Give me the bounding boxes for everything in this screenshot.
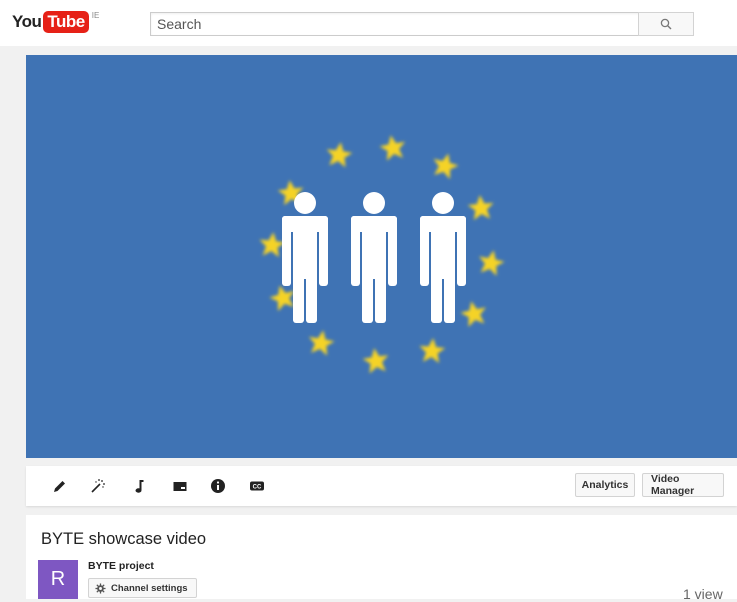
channel-settings-button[interactable]: Channel settings (88, 578, 197, 598)
magic-wand-icon (91, 479, 105, 493)
gear-icon (95, 582, 106, 594)
logo-region-code: IE (91, 11, 100, 20)
analytics-button[interactable]: Analytics (575, 473, 635, 497)
video-info-panel: BYTE showcase video R BYTE project Chann… (26, 515, 737, 602)
cc-icon: CC (250, 481, 264, 491)
music-note-icon (135, 480, 144, 493)
search-button[interactable] (638, 12, 694, 36)
view-count: 1 view (683, 586, 723, 602)
search-input[interactable] (150, 12, 644, 36)
svg-text:CC: CC (253, 485, 262, 491)
info-cards-button[interactable] (208, 476, 228, 496)
logo-tube-text: Tube (43, 11, 89, 33)
masthead: You Tube IE (0, 0, 737, 46)
effects-button[interactable] (88, 476, 108, 496)
annotations-button[interactable] (170, 476, 190, 496)
video-frame-eu-figures (257, 132, 507, 375)
info-icon (211, 479, 225, 493)
channel-avatar[interactable]: R (38, 560, 78, 599)
avatar-letter: R (50, 568, 66, 590)
video-player[interactable] (26, 55, 737, 458)
youtube-logo[interactable]: You Tube IE (12, 11, 99, 33)
channel-name-link[interactable]: BYTE project (88, 560, 154, 572)
pencil-icon (54, 481, 65, 492)
people-figures (282, 192, 466, 323)
channel-settings-label: Channel settings (111, 582, 188, 594)
annotation-icon (173, 482, 187, 491)
audio-button[interactable] (130, 476, 150, 496)
search-icon (660, 18, 672, 30)
enhancements-button[interactable] (50, 476, 70, 496)
video-edit-toolbar: CC Analytics Video Manager (26, 466, 737, 506)
video-title: BYTE showcase video (41, 530, 207, 548)
logo-you-text: You (12, 12, 42, 31)
video-manager-button[interactable]: Video Manager (642, 473, 724, 497)
subtitles-button[interactable]: CC (247, 476, 267, 496)
